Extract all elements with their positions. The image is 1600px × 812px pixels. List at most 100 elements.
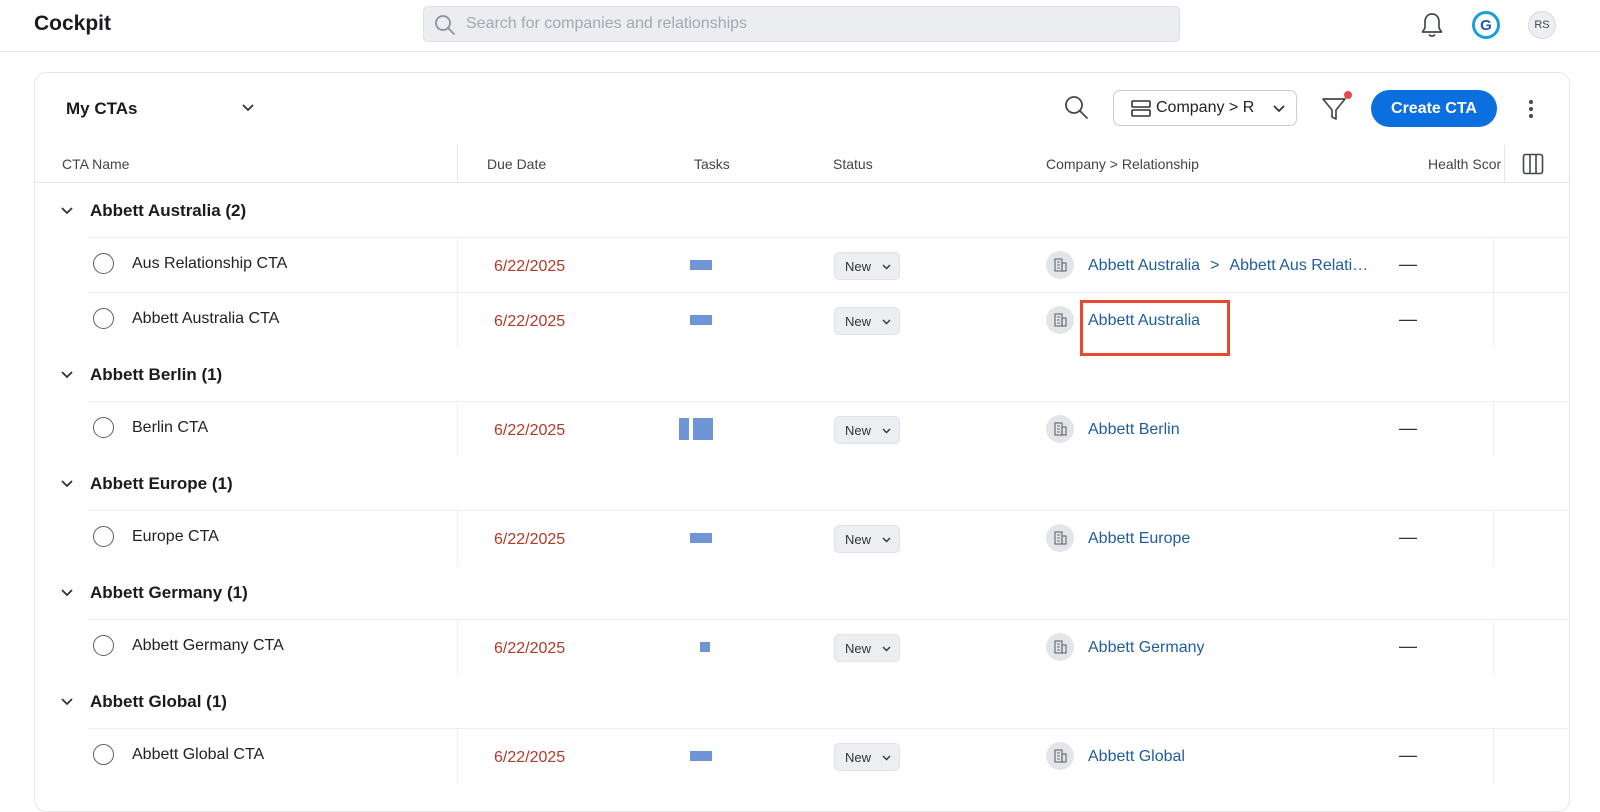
- complete-checkbox[interactable]: [93, 635, 114, 656]
- kebab-menu-icon[interactable]: [1526, 98, 1536, 120]
- chevron-down-icon: [882, 537, 891, 543]
- status-dropdown[interactable]: New: [834, 307, 900, 335]
- group-name: Abbett Germany (1): [90, 583, 248, 602]
- column-divider: [1493, 729, 1494, 784]
- breadcrumb-separator: >: [1210, 257, 1220, 274]
- column-divider: [1493, 511, 1494, 566]
- cta-name[interactable]: Abbett Germany CTA: [132, 637, 284, 655]
- column-divider: [1504, 145, 1505, 182]
- table-row[interactable]: Abbett Germany CTA 6/22/2025 New Abbett …: [88, 619, 1570, 675]
- chevron-down-icon: [882, 319, 891, 325]
- group-by-icon: [1131, 100, 1151, 117]
- relationship-link[interactable]: Abbett Aus Relati…: [1229, 257, 1368, 274]
- bell-icon[interactable]: [1419, 11, 1445, 39]
- group-name: Abbett Global (1): [90, 692, 227, 711]
- column-header-status[interactable]: Status: [833, 156, 873, 172]
- cta-name[interactable]: Aus Relationship CTA: [132, 255, 287, 273]
- group-header-abbett-germany[interactable]: Abbett Germany (1): [34, 565, 1570, 621]
- column-divider: [457, 238, 458, 293]
- create-cta-button[interactable]: Create CTA: [1371, 90, 1497, 127]
- company-link[interactable]: Abbett Australia: [1088, 257, 1200, 274]
- group-header-abbett-australia[interactable]: Abbett Australia (2): [34, 183, 1570, 239]
- cta-name[interactable]: Abbett Australia CTA: [132, 310, 279, 328]
- health-score: —: [1399, 418, 1417, 438]
- due-date: 6/22/2025: [494, 422, 566, 439]
- due-date: 6/22/2025: [494, 313, 566, 330]
- tasks-indicator: [673, 620, 751, 675]
- company-link[interactable]: Abbett Berlin: [1088, 421, 1180, 439]
- status-dropdown[interactable]: New: [834, 634, 900, 662]
- global-search[interactable]: [423, 6, 1180, 42]
- company-building-icon: [1046, 524, 1074, 552]
- column-header-company-relationship[interactable]: Company > Relationship: [1046, 156, 1199, 172]
- table-header: CTA Name Due Date Tasks Status Company >…: [34, 145, 1570, 183]
- table-row[interactable]: Abbett Global CTA 6/22/2025 New Abbett G…: [88, 728, 1570, 784]
- global-search-input[interactable]: [466, 7, 1166, 41]
- complete-checkbox[interactable]: [93, 308, 114, 329]
- cta-name[interactable]: Europe CTA: [132, 528, 219, 546]
- chevron-down-icon: [61, 371, 73, 379]
- due-date: 6/22/2025: [494, 531, 566, 548]
- table-row[interactable]: Berlin CTA 6/22/2025 New Abbett Berlin —: [88, 401, 1570, 457]
- group-name: Abbett Australia (2): [90, 201, 247, 220]
- search-icon: [435, 15, 455, 35]
- filter-icon[interactable]: [1320, 95, 1348, 123]
- column-divider: [1493, 402, 1494, 457]
- column-divider: [457, 511, 458, 566]
- status-dropdown[interactable]: New: [834, 252, 900, 280]
- brand-logo[interactable]: G: [1472, 11, 1500, 39]
- cta-name[interactable]: Berlin CTA: [132, 419, 208, 437]
- chevron-down-icon: [882, 646, 891, 652]
- search-icon[interactable]: [1062, 93, 1090, 121]
- tasks-indicator: [673, 293, 751, 348]
- complete-checkbox[interactable]: [93, 417, 114, 438]
- column-picker-icon[interactable]: [1522, 153, 1544, 175]
- chevron-down-icon: [61, 480, 73, 488]
- group-header-abbett-europe[interactable]: Abbett Europe (1): [34, 456, 1570, 512]
- company-link[interactable]: Abbett Global: [1088, 748, 1185, 766]
- group-header-abbett-berlin[interactable]: Abbett Berlin (1): [34, 347, 1570, 403]
- column-divider: [457, 293, 458, 348]
- column-divider: [457, 402, 458, 457]
- chevron-down-icon: [242, 104, 254, 112]
- status-label: New: [845, 750, 872, 765]
- complete-checkbox[interactable]: [93, 744, 114, 765]
- cta-name[interactable]: Abbett Global CTA: [132, 746, 264, 764]
- group-by-label: Company > R: [1156, 99, 1255, 116]
- status-dropdown[interactable]: New: [834, 525, 900, 553]
- column-header-tasks[interactable]: Tasks: [694, 156, 730, 172]
- brand-initial: G: [1480, 16, 1492, 34]
- due-date: 6/22/2025: [494, 640, 566, 657]
- chevron-down-icon: [882, 755, 891, 761]
- column-header-cta-name[interactable]: CTA Name: [62, 156, 129, 172]
- company-relationship-link[interactable]: Abbett Australia > Abbett Aus Relati…: [1088, 257, 1368, 275]
- company-building-icon: [1046, 633, 1074, 661]
- company-building-icon: [1046, 251, 1074, 279]
- view-selector[interactable]: My CTAs: [66, 95, 266, 123]
- top-bar: Cockpit G RS: [0, 0, 1600, 52]
- table-row[interactable]: Europe CTA 6/22/2025 New Abbett Europe —: [88, 510, 1570, 566]
- column-divider: [1493, 293, 1494, 348]
- health-score: —: [1399, 745, 1417, 765]
- column-header-due-date[interactable]: Due Date: [487, 156, 546, 172]
- company-building-icon: [1046, 415, 1074, 443]
- chevron-down-icon: [882, 428, 891, 434]
- table-row[interactable]: Abbett Australia CTA 6/22/2025 New Abbet…: [88, 292, 1570, 348]
- status-dropdown[interactable]: New: [834, 743, 900, 771]
- complete-checkbox[interactable]: [93, 526, 114, 547]
- company-link[interactable]: Abbett Europe: [1088, 530, 1190, 548]
- status-dropdown[interactable]: New: [834, 416, 900, 444]
- table-row[interactable]: Aus Relationship CTA 6/22/2025 New Abbet…: [88, 237, 1570, 293]
- company-link[interactable]: Abbett Germany: [1088, 639, 1205, 657]
- group-header-abbett-global[interactable]: Abbett Global (1): [34, 674, 1570, 730]
- filter-active-dot: [1344, 91, 1352, 99]
- column-divider: [457, 729, 458, 784]
- status-label: New: [845, 641, 872, 656]
- complete-checkbox[interactable]: [93, 253, 114, 274]
- user-avatar[interactable]: RS: [1528, 11, 1556, 39]
- group-by-select[interactable]: Company > R: [1113, 90, 1297, 126]
- status-label: New: [845, 259, 872, 274]
- column-header-health-score[interactable]: Health Scor: [1428, 156, 1504, 172]
- group-name: Abbett Europe (1): [90, 474, 233, 493]
- tasks-indicator: [673, 238, 751, 293]
